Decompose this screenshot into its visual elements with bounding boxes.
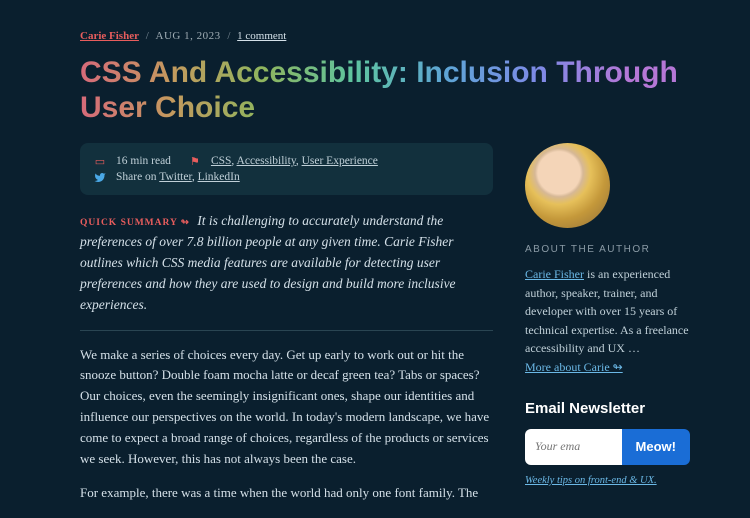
twitter-icon	[94, 171, 106, 183]
author-link[interactable]: Carie Fisher	[80, 30, 139, 42]
more-about-link[interactable]: More about Carie ↬	[525, 360, 623, 374]
tags-list: CSS, Accessibility, User Experience	[211, 155, 378, 167]
article-title: CSS And Accessibility: Inclusion Through…	[80, 56, 690, 125]
tag-link[interactable]: User Experience	[302, 155, 378, 167]
book-icon: ▭	[94, 155, 106, 167]
email-input[interactable]	[525, 429, 622, 465]
quick-summary: QUICK SUMMARY ↬ It is challenging to acc…	[80, 211, 493, 316]
divider	[80, 330, 493, 331]
about-author-text: Carie Fisher is an experienced author, s…	[525, 265, 690, 358]
article-info-box: ▭ 16 min read ⚑ CSS, Accessibility, User…	[80, 143, 493, 195]
subscribe-button[interactable]: Meow!	[622, 429, 690, 465]
share-links: Share on Twitter, LinkedIn	[116, 171, 240, 183]
body-paragraph: For example, there was a time when the w…	[80, 483, 493, 504]
author-avatar	[525, 143, 610, 228]
summary-label: QUICK SUMMARY ↬	[80, 218, 190, 228]
about-heading: ABOUT THE AUTHOR	[525, 244, 690, 255]
newsletter-form: Meow!	[525, 429, 690, 465]
author-bio-link[interactable]: Carie Fisher	[525, 267, 584, 281]
tag-link[interactable]: Accessibility	[237, 155, 296, 167]
comments-link[interactable]: 1 comment	[237, 30, 286, 42]
read-time: 16 min read	[116, 155, 171, 167]
publish-date: AUG 1, 2023	[156, 30, 221, 42]
meta-separator: /	[146, 30, 149, 42]
share-linkedin-link[interactable]: LinkedIn	[198, 171, 240, 183]
body-paragraph: We make a series of choices every day. G…	[80, 345, 493, 470]
main-column: ▭ 16 min read ⚑ CSS, Accessibility, User…	[80, 143, 493, 518]
share-twitter-link[interactable]: Twitter	[159, 171, 192, 183]
tag-icon: ⚑	[189, 155, 201, 167]
newsletter-subtext-link[interactable]: Weekly tips on front-end & UX.	[525, 475, 657, 486]
meta-separator: /	[227, 30, 230, 42]
sidebar: ABOUT THE AUTHOR Carie Fisher is an expe…	[525, 143, 690, 518]
tag-link[interactable]: CSS	[211, 155, 231, 167]
newsletter-heading: Email Newsletter	[525, 400, 690, 417]
article-meta: Carie Fisher / AUG 1, 2023 / 1 comment	[80, 30, 690, 42]
